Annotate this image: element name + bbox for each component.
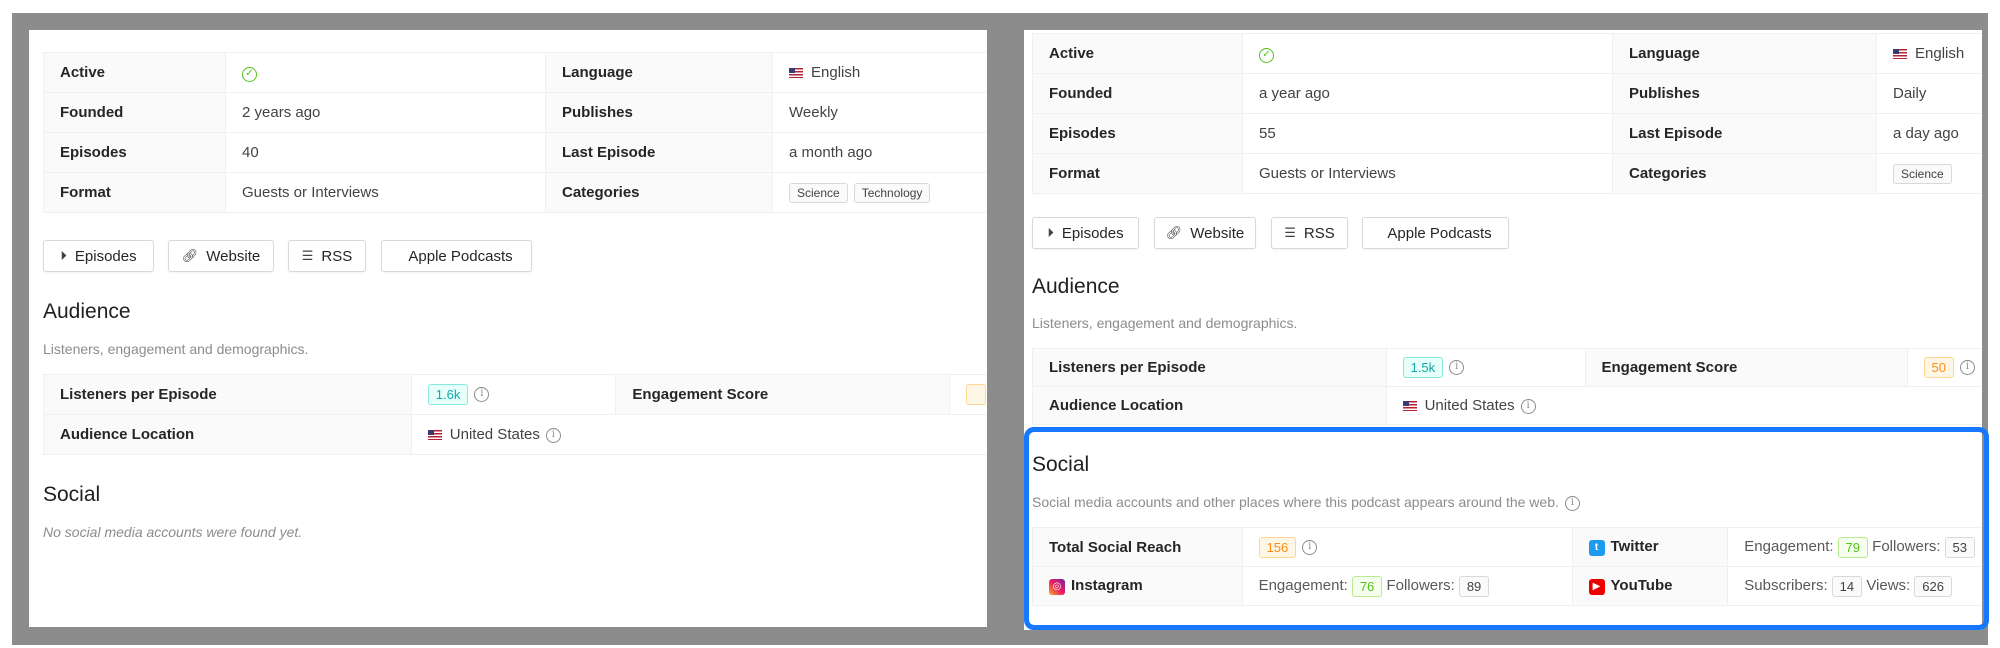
rss-button[interactable]: ☰ RSS xyxy=(288,240,366,272)
table-row: Audience Location United States i xyxy=(43,414,987,455)
us-flag-icon xyxy=(1402,401,1417,412)
table-row: Episodes 40 Last Episode a month ago xyxy=(43,132,987,173)
category-tag[interactable]: Technology xyxy=(853,182,931,203)
table-row: Format Guests or Interviews Categories Scie… xyxy=(43,172,987,213)
listeners-badge: 1.6k xyxy=(427,384,469,405)
social-empty-message: No social media accounts were found yet. xyxy=(43,524,303,540)
engagement-badge xyxy=(966,384,986,405)
episodes-button[interactable]: ⏵ Episodes xyxy=(1032,217,1139,249)
category-tag[interactable]: Science xyxy=(1893,163,1952,184)
info-icon[interactable]: i xyxy=(1520,398,1536,414)
table-row: Listeners per Episode 1.6k i Engagement Sco… xyxy=(43,374,987,415)
info-icon[interactable]: i xyxy=(474,387,490,402)
info-icon[interactable]: i xyxy=(1449,360,1465,375)
us-flag-icon xyxy=(1893,49,1907,60)
details-table: Active ✓ Language English Founded 2 years ag… xyxy=(43,52,987,213)
audience-heading: Audience xyxy=(43,300,131,323)
table-row: Founded a year ago Publishes Daily xyxy=(1032,73,1982,114)
table-row: Founded 2 years ago Publishes Weekly xyxy=(43,92,987,133)
us-flag-icon xyxy=(427,430,442,441)
apple-podcasts-button[interactable]: Apple Podcasts xyxy=(381,240,532,272)
table-row: Format Guests or Interviews Categories Scie… xyxy=(1032,153,1982,194)
audience-table: Listeners per Episode 1.5k i Engagement Sco… xyxy=(1032,348,1982,425)
active-check-icon: ✓ xyxy=(242,67,257,82)
rss-button[interactable]: ☰ RSS xyxy=(1271,217,1348,249)
table-row: Audience Location United States i xyxy=(1032,386,1982,425)
apple-podcasts-button[interactable]: Apple Podcasts xyxy=(1362,217,1509,249)
link-icon: 🔗︎ xyxy=(1165,225,1183,240)
podcast-panel-left: Active ✓ Language English Founded 2 years ag… xyxy=(29,30,987,627)
category-tag[interactable]: Science xyxy=(789,182,848,203)
website-button[interactable]: 🔗︎ Website xyxy=(1154,217,1256,249)
play-circle-icon: ⏵ xyxy=(1047,225,1054,240)
list-icon: ☰ xyxy=(301,248,314,263)
play-circle-icon: ⏵ xyxy=(60,248,67,263)
table-row: Listeners per Episode 1.5k i Engagement Sco… xyxy=(1032,348,1982,387)
details-table: Active ✓ Language English Founded a year ago… xyxy=(1032,33,1982,194)
us-flag-icon xyxy=(789,68,803,79)
audience-subtitle: Listeners, engagement and demographics. xyxy=(1032,315,1298,331)
link-icon: 🔗︎ xyxy=(181,248,199,263)
social-heading: Social xyxy=(43,483,101,506)
engagement-badge: 50 xyxy=(1923,357,1954,378)
audience-subtitle: Listeners, engagement and demographics. xyxy=(43,341,309,357)
info-icon[interactable]: i xyxy=(545,427,561,443)
list-icon: ☰ xyxy=(1284,225,1296,240)
website-button[interactable]: 🔗︎ Website xyxy=(168,240,274,272)
listeners-badge: 1.5k xyxy=(1402,357,1444,378)
episodes-button[interactable]: ⏵ Episodes xyxy=(43,240,154,272)
active-check-icon: ✓ xyxy=(1259,48,1274,63)
table-row: Episodes 55 Last Episode a day ago xyxy=(1032,113,1982,154)
audience-table: Listeners per Episode 1.6k i Engagement Sco… xyxy=(43,374,987,455)
table-row: Active ✓ Language English xyxy=(1032,33,1982,74)
table-row: Active ✓ Language English xyxy=(43,52,987,93)
social-highlight-box xyxy=(1024,427,1989,630)
info-icon[interactable]: i xyxy=(1960,360,1975,375)
audience-heading: Audience xyxy=(1032,275,1120,298)
